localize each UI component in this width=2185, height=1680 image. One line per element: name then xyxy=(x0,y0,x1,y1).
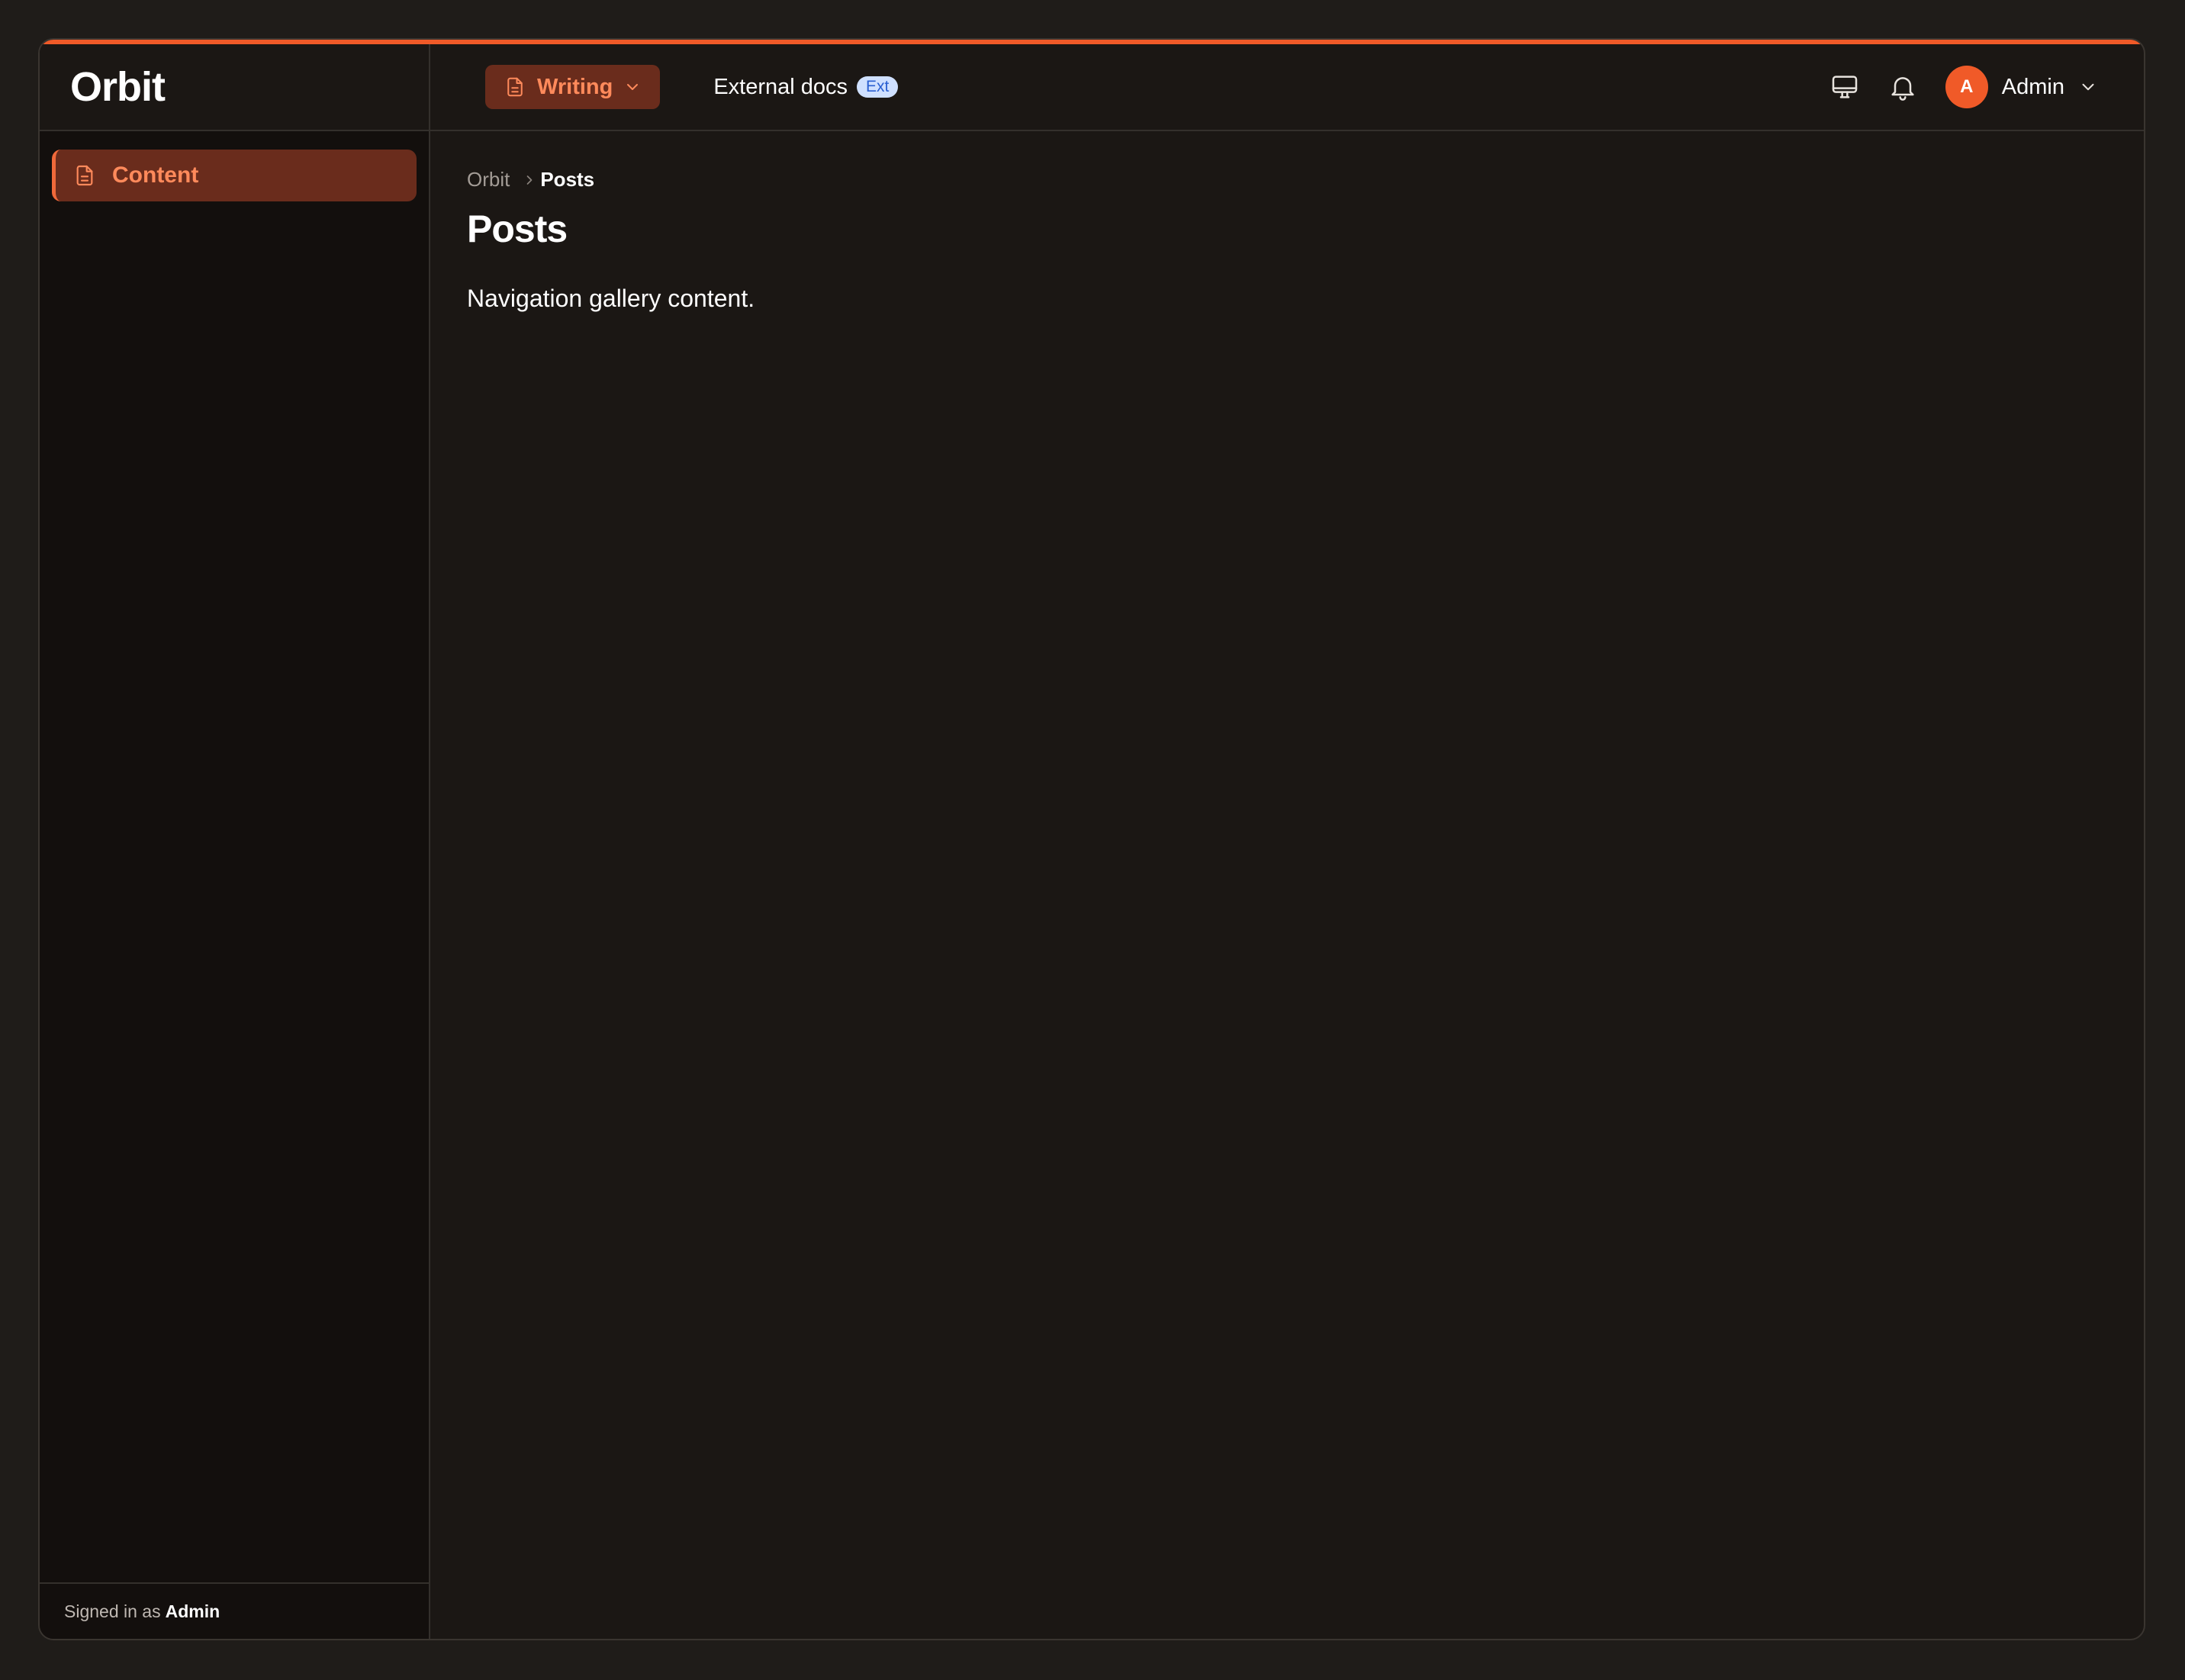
page-title: Posts xyxy=(467,208,568,250)
user-menu-name[interactable]: Admin xyxy=(2002,75,2064,100)
topbar: Writing External docs Ext A Admin xyxy=(430,44,2144,131)
signed-in-prefix: Signed in as xyxy=(64,1601,161,1621)
breadcrumb: Orbit Posts xyxy=(467,168,2144,191)
brand-logo[interactable]: Orbit xyxy=(70,63,166,111)
brand-header: Orbit xyxy=(40,44,429,131)
external-badge: Ext xyxy=(857,76,899,98)
bell-icon[interactable] xyxy=(1887,72,1918,102)
workspace-dropdown-button[interactable]: Writing xyxy=(485,65,661,109)
sidebar-item-content[interactable]: Content xyxy=(52,150,417,201)
external-docs-label: External docs xyxy=(713,74,848,99)
chevron-right-icon xyxy=(527,175,533,185)
external-docs-link[interactable]: External docs Ext xyxy=(713,74,899,100)
chevron-down-icon[interactable] xyxy=(2078,77,2098,97)
main-content: Orbit Posts Posts Navigation gallery con… xyxy=(430,131,2144,1639)
sidebar-item-label: Content xyxy=(112,163,199,188)
document-icon xyxy=(76,165,93,186)
monitor-icon[interactable] xyxy=(1829,72,1860,102)
signed-in-user: Admin xyxy=(165,1601,220,1621)
chevron-down-icon xyxy=(627,84,639,90)
app-window: Orbit Content Signed in as Admin Writing… xyxy=(38,38,2145,1640)
breadcrumb-current: Posts xyxy=(540,168,595,191)
workspace-label: Writing xyxy=(537,74,613,99)
document-icon xyxy=(507,77,523,97)
page-body-text: Navigation gallery content. xyxy=(467,285,755,312)
sidebar-nav: Content xyxy=(52,150,417,201)
sidebar: Orbit Content Signed in as Admin xyxy=(40,44,430,1639)
topbar-actions: A Admin xyxy=(1802,44,2098,130)
signed-in-status: Signed in as Admin xyxy=(40,1582,429,1639)
breadcrumb-root[interactable]: Orbit xyxy=(467,168,510,191)
avatar[interactable]: A xyxy=(1945,66,1988,108)
